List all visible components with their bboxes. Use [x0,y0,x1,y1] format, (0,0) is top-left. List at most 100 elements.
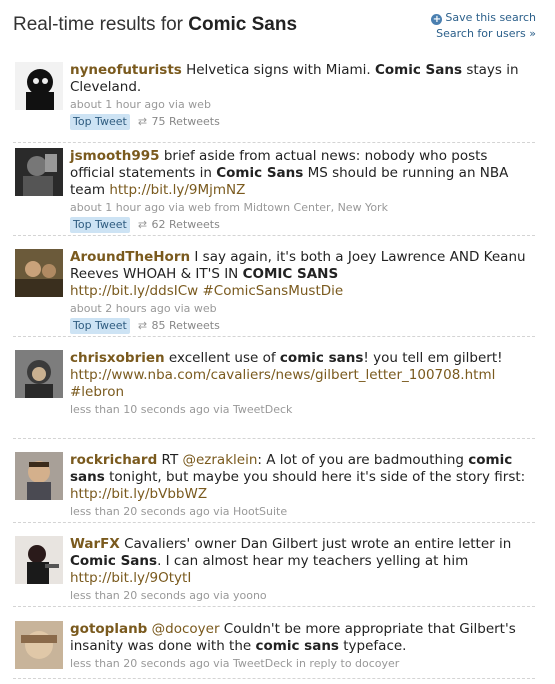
tweet-item: AroundTheHorn I say again, it's both a J… [13,249,535,337]
tweet-text-part: typeface. [338,638,407,654]
retweet-count: ⇄ 62 Retweets [138,218,220,231]
keyword-highlight: comic sans [279,350,364,366]
tweet-meta: less than 10 seconds ago via TweetDeck [70,401,526,418]
tweet-text: rockrichard RT @ezraklein: A lot of you … [70,452,526,503]
tweet-content: rockrichard RT @ezraklein: A lot of you … [70,452,526,520]
header-links: + Save this search Search for users » [431,10,536,42]
tweet-item: jsmooth995 brief aside from actual news:… [13,148,535,236]
retweet-count-label: 75 Retweets [151,115,220,128]
tweet-text-part: tonight, but maybe you should here it's … [104,469,526,485]
hashtag-link[interactable]: #lebron [70,384,124,400]
tweet-link[interactable]: http://www.nba.com/cavaliers/news/gilber… [70,367,495,383]
tweet-text-part: : A lot of you are badmouthing [257,452,469,468]
tweet-item: gotoplanb @docoyer Couldn't be more appr… [13,621,535,679]
top-tweet-badge: Top Tweet [70,114,130,130]
tweet-source: via web [170,302,217,315]
tweet-text-part: Helvetica signs with Miami. [181,62,375,78]
avatar[interactable] [15,621,63,669]
top-tweet-badge: Top Tweet [70,217,130,233]
tweet-source: via HootSuite [209,505,288,518]
tweet-item: nyneofuturists Helvetica signs with Miam… [13,62,535,143]
tweet-meta: about 1 hour ago via web from Midtown Ce… [70,199,526,216]
keyword-highlight: Comic Sans [374,62,463,78]
save-search-label: Save this search [445,11,536,24]
tweet-username[interactable]: jsmooth995 [70,148,160,164]
tweet-link[interactable]: http://bit.ly/bVbbWZ [70,486,207,502]
retweet-count: ⇄ 85 Retweets [138,319,220,332]
tweet-timestamp[interactable]: less than 20 seconds ago [70,589,210,602]
tweet-timestamp[interactable]: about 1 hour ago [70,201,165,214]
retweet-count-label: 85 Retweets [151,319,220,332]
tweet-text-part: ! you tell em gilbert! [363,350,503,366]
tweet-content: WarFX Cavaliers' owner Dan Gilbert just … [70,536,526,604]
tweet-tags: Top Tweet ⇄ 62 Retweets [70,217,526,233]
tweet-username[interactable]: WarFX [70,536,120,552]
tweet-tags: Top Tweet ⇄ 75 Retweets [70,114,526,130]
tweet-timestamp[interactable]: less than 20 seconds ago [70,505,210,518]
tweet-content: gotoplanb @docoyer Couldn't be more appr… [70,621,526,672]
keyword-highlight: Comic Sans [70,553,158,569]
tweet-text-part: RT [157,452,183,468]
tweet-text-part: excellent use of [164,350,280,366]
search-users-link[interactable]: Search for users » [431,26,536,42]
tweet-content: AroundTheHorn I say again, it's both a J… [70,249,526,334]
tweet-meta: less than 20 seconds ago via TweetDeck i… [70,655,526,672]
tweet-text: nyneofuturists Helvetica signs with Miam… [70,62,526,96]
tweet-text-part: . I can almost hear my teachers yelling … [157,553,469,569]
page-title: Real-time results for Comic Sans [13,14,297,36]
tweet-meta: less than 20 seconds ago via HootSuite [70,503,526,520]
tweet-link[interactable]: http://bit.ly/ddsICw [70,283,198,299]
tweet-text: WarFX Cavaliers' owner Dan Gilbert just … [70,536,526,587]
tweet-timestamp[interactable]: about 1 hour ago [70,98,165,111]
hashtag-link[interactable]: #ComicSansMustDie [198,283,343,299]
tweet-link[interactable]: http://bit.ly/9MjmNZ [109,182,245,198]
tweet-item: chrisxobrien excellent use of comic sans… [13,350,535,439]
keyword-highlight: COMIC SANS [242,266,339,282]
retweet-count-label: 62 Retweets [151,218,220,231]
avatar[interactable] [15,148,63,196]
tweet-meta: about 1 hour ago via web [70,96,526,113]
tweet-text: AroundTheHorn I say again, it's both a J… [70,249,526,300]
tweet-meta: less than 20 seconds ago via yoono [70,587,526,604]
tweet-content: chrisxobrien excellent use of comic sans… [70,350,526,418]
avatar[interactable] [15,350,63,398]
tweet-content: nyneofuturists Helvetica signs with Miam… [70,62,526,130]
avatar[interactable] [15,452,63,500]
tweet-username[interactable]: chrisxobrien [70,350,165,366]
tweet-source: via TweetDeck in reply to docoyer [209,657,400,670]
tweet-tags: Top Tweet ⇄ 85 Retweets [70,318,526,334]
tweet-meta: about 2 hours ago via web [70,300,526,317]
tweet-username[interactable]: rockrichard [70,452,157,468]
tweet-text-part: Cavaliers' owner Dan Gilbert just wrote … [119,536,512,552]
tweet-text: jsmooth995 brief aside from actual news:… [70,148,526,199]
mention-link[interactable]: @docoyer [152,621,220,637]
top-tweet-badge: Top Tweet [70,318,130,334]
tweet-timestamp[interactable]: less than 10 seconds ago [70,403,210,416]
retweet-count: ⇄ 75 Retweets [138,115,220,128]
search-query: Comic Sans [188,14,298,35]
mention-link[interactable]: @ezraklein [182,452,257,468]
tweet-timestamp[interactable]: less than 20 seconds ago [70,657,210,670]
tweet-item: WarFX Cavaliers' owner Dan Gilbert just … [13,536,535,607]
tweet-username[interactable]: AroundTheHorn [70,249,190,265]
tweet-source: via TweetDeck [209,403,293,416]
avatar[interactable] [15,249,63,297]
avatar[interactable] [15,536,63,584]
retweet-icon: ⇄ [137,218,148,231]
tweet-content: jsmooth995 brief aside from actual news:… [70,148,526,233]
retweet-icon: ⇄ [137,319,148,332]
tweet-username[interactable]: nyneofuturists [70,62,182,78]
tweet-source: via web from Midtown Center, New York [164,201,388,214]
title-prefix: Real-time results for [13,14,189,35]
tweet-source: via yoono [209,589,267,602]
keyword-highlight: comic sans [255,638,339,654]
tweet-username[interactable]: gotoplanb [70,621,147,637]
tweet-item: rockrichard RT @ezraklein: A lot of you … [13,452,535,523]
retweet-icon: ⇄ [137,115,148,128]
avatar[interactable] [15,62,63,110]
search-users-label: Search for users » [436,27,536,40]
tweet-link[interactable]: http://bit.ly/9OtytI [70,570,191,586]
tweet-timestamp[interactable]: about 2 hours ago [70,302,171,315]
save-search-link[interactable]: + Save this search [431,10,536,26]
tweet-text: gotoplanb @docoyer Couldn't be more appr… [70,621,526,655]
